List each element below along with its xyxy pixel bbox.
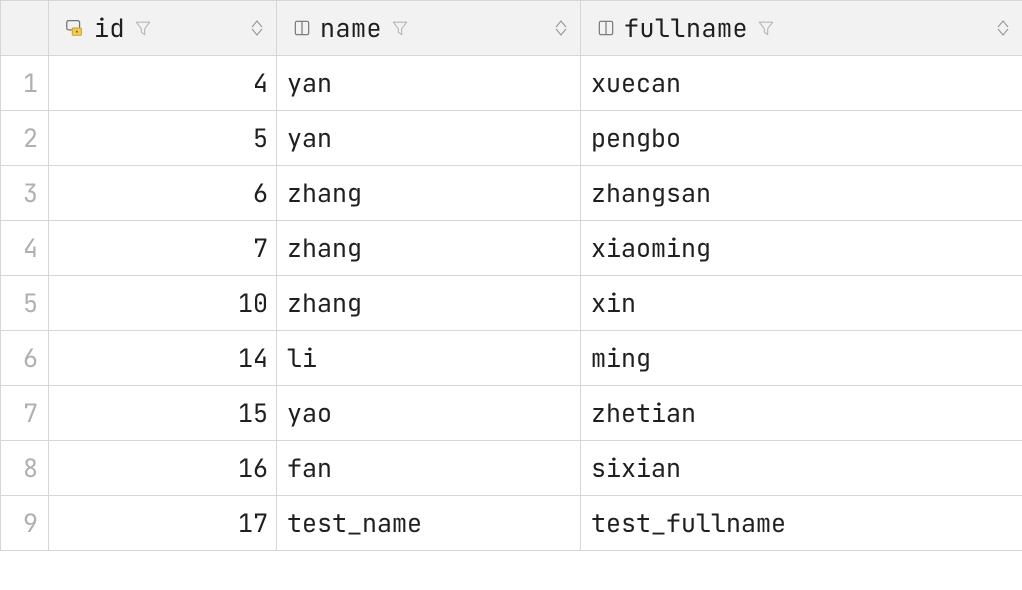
cell-id[interactable]: 6 — [49, 166, 277, 221]
cell-name[interactable]: zhang — [277, 166, 581, 221]
row-number: 6 — [1, 331, 49, 386]
cell-id[interactable]: 16 — [49, 441, 277, 496]
cell-id[interactable]: 5 — [49, 111, 277, 166]
column-icon — [292, 18, 312, 38]
table-row[interactable]: 2 5 yan pengbo — [1, 111, 1022, 166]
cell-id[interactable]: 7 — [49, 221, 277, 276]
table-row[interactable]: 4 7 zhang xiaoming — [1, 221, 1022, 276]
cell-name[interactable]: fan — [277, 441, 581, 496]
cell-name[interactable]: test_name — [277, 496, 581, 551]
sort-icon[interactable] — [555, 20, 571, 36]
row-number: 9 — [1, 496, 49, 551]
column-header-fullname[interactable]: fullname — [581, 1, 1022, 56]
sort-icon[interactable] — [251, 20, 267, 36]
column-header-name[interactable]: name — [277, 1, 581, 56]
cell-fullname[interactable]: xiaoming — [581, 221, 1022, 276]
cell-name[interactable]: zhang — [277, 221, 581, 276]
cell-fullname[interactable]: sixian — [581, 441, 1022, 496]
cell-name[interactable]: yao — [277, 386, 581, 441]
table-row[interactable]: 9 17 test_name test_fullname — [1, 496, 1022, 551]
column-label: fullname — [624, 11, 748, 45]
cell-id[interactable]: 17 — [49, 496, 277, 551]
column-header-id[interactable]: id — [49, 1, 277, 56]
cell-name[interactable]: zhang — [277, 276, 581, 331]
table-row[interactable]: 1 4 yan xuecan — [1, 56, 1022, 111]
cell-id[interactable]: 15 — [49, 386, 277, 441]
column-icon — [596, 18, 616, 38]
sort-icon[interactable] — [997, 20, 1013, 36]
row-number: 7 — [1, 386, 49, 441]
cell-fullname[interactable]: xin — [581, 276, 1022, 331]
header-row: id — [1, 1, 1022, 56]
row-number: 3 — [1, 166, 49, 221]
row-number: 1 — [1, 56, 49, 111]
row-number: 4 — [1, 221, 49, 276]
table-row[interactable]: 3 6 zhang zhangsan — [1, 166, 1022, 221]
cell-name[interactable]: yan — [277, 111, 581, 166]
results-table: id — [0, 0, 1022, 551]
filter-icon[interactable] — [390, 18, 410, 38]
primary-key-icon — [64, 17, 86, 39]
cell-fullname[interactable]: zhangsan — [581, 166, 1022, 221]
table-row[interactable]: 8 16 fan sixian — [1, 441, 1022, 496]
filter-icon[interactable] — [756, 18, 776, 38]
table-row[interactable]: 5 10 zhang xin — [1, 276, 1022, 331]
column-label: name — [320, 11, 382, 45]
cell-fullname[interactable]: ming — [581, 331, 1022, 386]
cell-name[interactable]: li — [277, 331, 581, 386]
cell-name[interactable]: yan — [277, 56, 581, 111]
column-label: id — [94, 11, 125, 45]
cell-fullname[interactable]: pengbo — [581, 111, 1022, 166]
table-row[interactable]: 6 14 li ming — [1, 331, 1022, 386]
row-number: 2 — [1, 111, 49, 166]
filter-icon[interactable] — [133, 18, 153, 38]
cell-fullname[interactable]: test_fullname — [581, 496, 1022, 551]
row-number: 8 — [1, 441, 49, 496]
cell-id[interactable]: 14 — [49, 331, 277, 386]
row-number: 5 — [1, 276, 49, 331]
row-number-header — [1, 1, 49, 56]
table-row[interactable]: 7 15 yao zhetian — [1, 386, 1022, 441]
cell-fullname[interactable]: zhetian — [581, 386, 1022, 441]
cell-fullname[interactable]: xuecan — [581, 56, 1022, 111]
cell-id[interactable]: 4 — [49, 56, 277, 111]
cell-id[interactable]: 10 — [49, 276, 277, 331]
